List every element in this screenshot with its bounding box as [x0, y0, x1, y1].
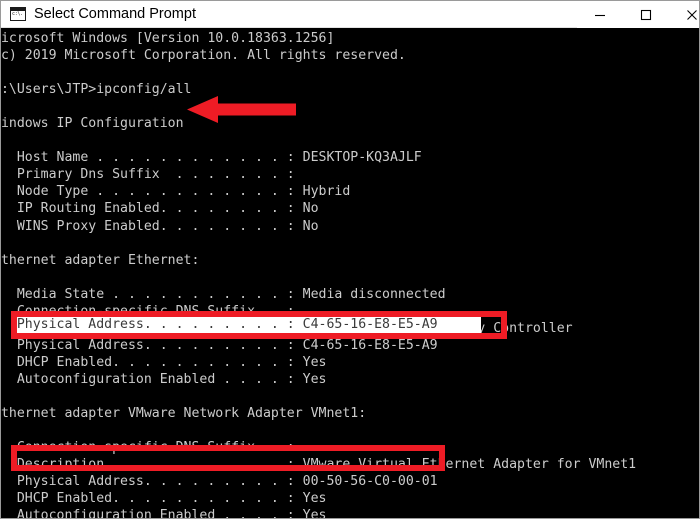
minimize-icon	[595, 14, 605, 16]
command-prompt-icon	[10, 7, 26, 21]
minimize-button[interactable]	[577, 1, 623, 28]
maximize-button[interactable]	[623, 1, 669, 28]
close-button[interactable]	[669, 1, 699, 28]
title-bar[interactable]: Select Command Prompt	[1, 1, 699, 28]
red-arrow-pointing-left-icon	[187, 96, 296, 123]
window-title: Select Command Prompt	[34, 6, 196, 22]
console-output-area[interactable]: Microsoft Windows [Version 10.0.18363.12…	[1, 28, 699, 518]
annotation-box-ethernet-physical-address	[11, 311, 507, 339]
annotation-box-vmnet1-physical-address	[11, 445, 445, 471]
command-prompt-window: Select Command Prompt Microsoft Wi	[0, 0, 700, 519]
window-controls	[577, 1, 699, 28]
maximize-icon	[640, 9, 652, 20]
close-icon	[687, 9, 697, 20]
